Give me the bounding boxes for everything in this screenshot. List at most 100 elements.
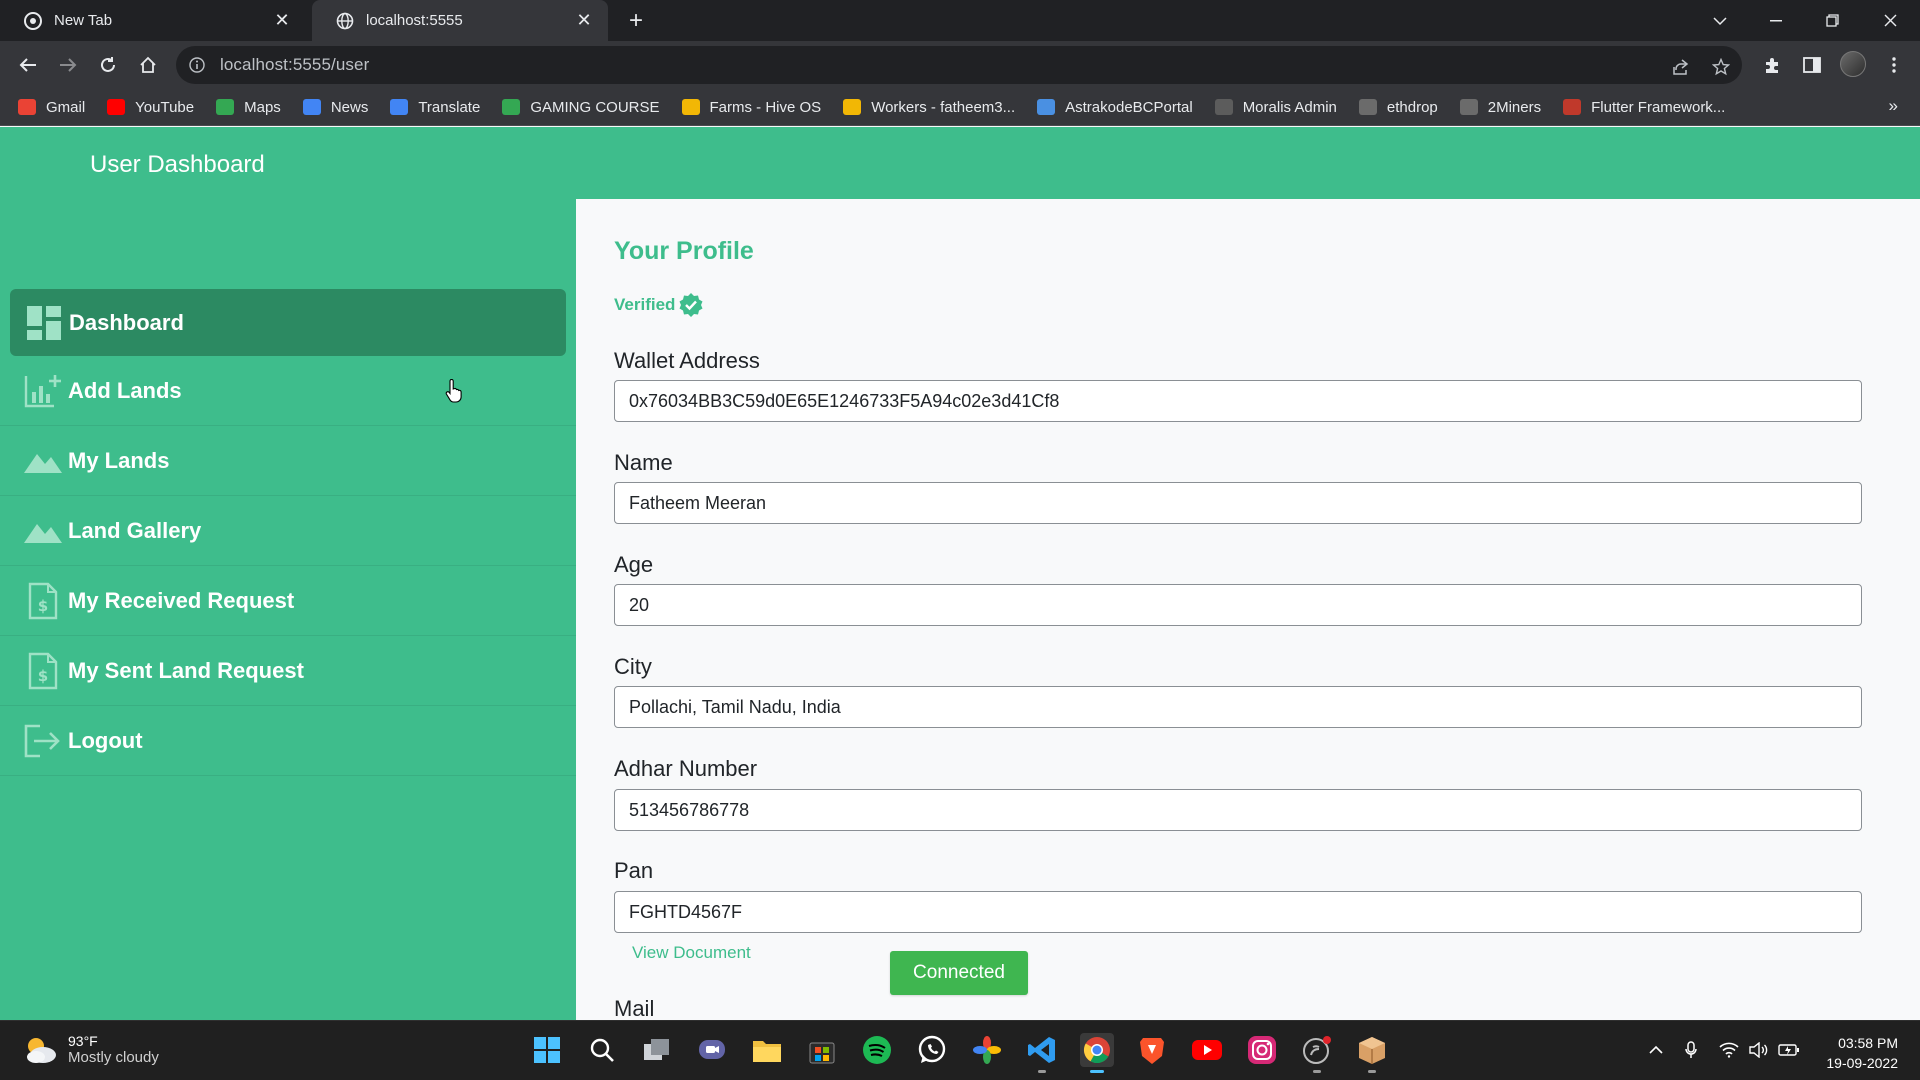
age-field[interactable] (614, 584, 1862, 626)
bookmark-item[interactable]: Farms - Hive OS (681, 99, 821, 116)
connected-button[interactable]: Connected (890, 951, 1028, 995)
photos-icon[interactable] (970, 1033, 1004, 1067)
weather-widget[interactable]: 93°F Mostly cloudy (24, 1033, 159, 1066)
brave-icon[interactable] (1135, 1033, 1169, 1067)
name-field[interactable] (614, 482, 1862, 524)
bookmark-label: Maps (244, 98, 281, 116)
city-field[interactable] (614, 686, 1862, 728)
back-arrow-icon[interactable] (16, 53, 40, 77)
sidebar-item-add-lands[interactable]: Add Lands (0, 356, 576, 426)
running-indicator (1368, 1070, 1376, 1073)
instagram-icon[interactable] (1245, 1033, 1279, 1067)
running-indicator (1313, 1070, 1321, 1073)
bookmark-item[interactable]: Moralis Admin (1214, 99, 1337, 116)
sidebar-item-dashboard[interactable]: Dashboard (10, 289, 566, 356)
bookmark-label: News (330, 98, 369, 116)
view-document-link[interactable]: View Document (632, 943, 751, 963)
wifi-icon[interactable] (1718, 1039, 1740, 1061)
system-clock[interactable]: 03:58 PM 19-09-2022 (1826, 1033, 1898, 1073)
battery-icon[interactable] (1778, 1039, 1800, 1061)
close-icon[interactable]: ✕ (272, 10, 292, 31)
mountain-icon (24, 443, 62, 479)
teams-chat-icon[interactable] (695, 1033, 729, 1067)
microphone-icon[interactable] (1680, 1039, 1702, 1061)
profile-avatar[interactable] (1840, 51, 1866, 77)
volume-icon[interactable] (1748, 1039, 1770, 1061)
mail-label: Mail (614, 996, 655, 1020)
bookmark-item[interactable]: Flutter Framework... (1563, 99, 1725, 116)
tab-search-icon[interactable] (1696, 0, 1744, 41)
sidebar-item-label: Logout (68, 727, 143, 753)
bookmark-item[interactable]: News (302, 98, 369, 116)
side-panel-icon[interactable] (1800, 53, 1824, 77)
restore-button[interactable] (1808, 0, 1856, 41)
task-view-icon[interactable] (640, 1033, 674, 1067)
weather-description: Mostly cloudy (68, 1049, 159, 1066)
browser-toolbar: localhost:5555/user (0, 41, 1920, 89)
sidebar-item-my-lands[interactable]: My Lands (0, 426, 576, 496)
bookmark-item[interactable]: GAMING COURSE (502, 98, 660, 116)
close-window-button[interactable] (1866, 0, 1914, 41)
bookmark-item[interactable]: ethdrop (1358, 98, 1438, 116)
pan-field[interactable] (614, 891, 1862, 933)
news-icon (302, 99, 321, 115)
new-tab-button[interactable]: + (622, 7, 650, 34)
youtube-taskbar-icon[interactable] (1190, 1033, 1224, 1067)
bookmark-label: ethdrop (1386, 98, 1438, 116)
tray-overflow-icon[interactable] (1645, 1039, 1667, 1061)
youtube-icon (107, 99, 126, 115)
svg-text:$: $ (38, 667, 48, 685)
sidebar-item-label: Add Lands (68, 377, 182, 403)
sidebar-item-sent-request[interactable]: $ My Sent Land Request (0, 636, 576, 706)
github-desktop-icon[interactable] (1300, 1033, 1334, 1073)
bookmark-item[interactable]: YouTube (107, 99, 194, 116)
sidebar-item-label: Land Gallery (68, 517, 202, 543)
bookmark-item[interactable]: Maps (216, 99, 281, 116)
verified-check-icon (678, 292, 704, 318)
clock-date: 19-09-2022 (1826, 1055, 1898, 1071)
address-bar[interactable]: localhost:5555/user (176, 46, 1742, 84)
vscode-icon[interactable] (1025, 1033, 1059, 1073)
wallet-address-field[interactable] (614, 380, 1862, 422)
sidebar-item-received-request[interactable]: $ My Received Request (0, 566, 576, 636)
chrome-icon (24, 11, 42, 30)
close-icon[interactable]: ✕ (574, 10, 594, 31)
chrome-menu-icon[interactable] (1882, 53, 1906, 77)
bookmark-item[interactable]: AstrakodeBCPortal (1037, 99, 1193, 116)
microsoft-store-icon[interactable] (805, 1033, 839, 1067)
tab-new-tab[interactable]: New Tab ✕ (0, 0, 306, 41)
translate-icon (390, 99, 409, 115)
bookmark-star-icon[interactable] (1710, 56, 1732, 78)
forward-arrow-icon[interactable] (56, 53, 80, 77)
bookmark-item[interactable]: 2Miners (1459, 99, 1541, 116)
bookmarks-overflow-icon[interactable]: » (1889, 96, 1898, 116)
bookmark-item[interactable]: Gmail (18, 99, 85, 116)
dashboard-icon (25, 305, 63, 341)
windows-start-icon[interactable] (530, 1033, 564, 1067)
gmail-icon (18, 99, 36, 115)
pan-label: Pan (614, 858, 654, 883)
spotify-icon[interactable] (860, 1033, 894, 1067)
tab-title: localhost:5555 (366, 12, 463, 29)
sidebar-item-land-gallery[interactable]: Land Gallery (0, 496, 576, 566)
whatsapp-icon[interactable] (915, 1033, 949, 1067)
home-icon[interactable] (136, 53, 160, 77)
tab-localhost[interactable]: localhost:5555 ✕ (312, 0, 608, 41)
package-icon[interactable] (1355, 1033, 1389, 1073)
search-icon[interactable] (585, 1033, 619, 1067)
bookmark-item[interactable]: Workers - fatheem3... (843, 99, 1015, 116)
globe-icon (336, 12, 354, 30)
reload-icon[interactable] (96, 53, 120, 77)
wallet-address-label: Wallet Address (614, 348, 760, 373)
share-icon[interactable] (1670, 56, 1692, 78)
adhar-number-field[interactable] (614, 789, 1862, 831)
sidebar-item-logout[interactable]: Logout (0, 706, 576, 776)
info-icon[interactable] (188, 56, 206, 74)
minimize-button[interactable] (1752, 0, 1800, 41)
ethereum-icon (1358, 99, 1377, 115)
chrome-taskbar-icon[interactable] (1080, 1033, 1114, 1073)
bookmark-item[interactable]: Translate (390, 99, 480, 116)
file-explorer-icon[interactable] (750, 1033, 784, 1067)
bookmark-label: GAMING COURSE (530, 98, 660, 116)
extensions-icon[interactable] (1760, 53, 1784, 77)
